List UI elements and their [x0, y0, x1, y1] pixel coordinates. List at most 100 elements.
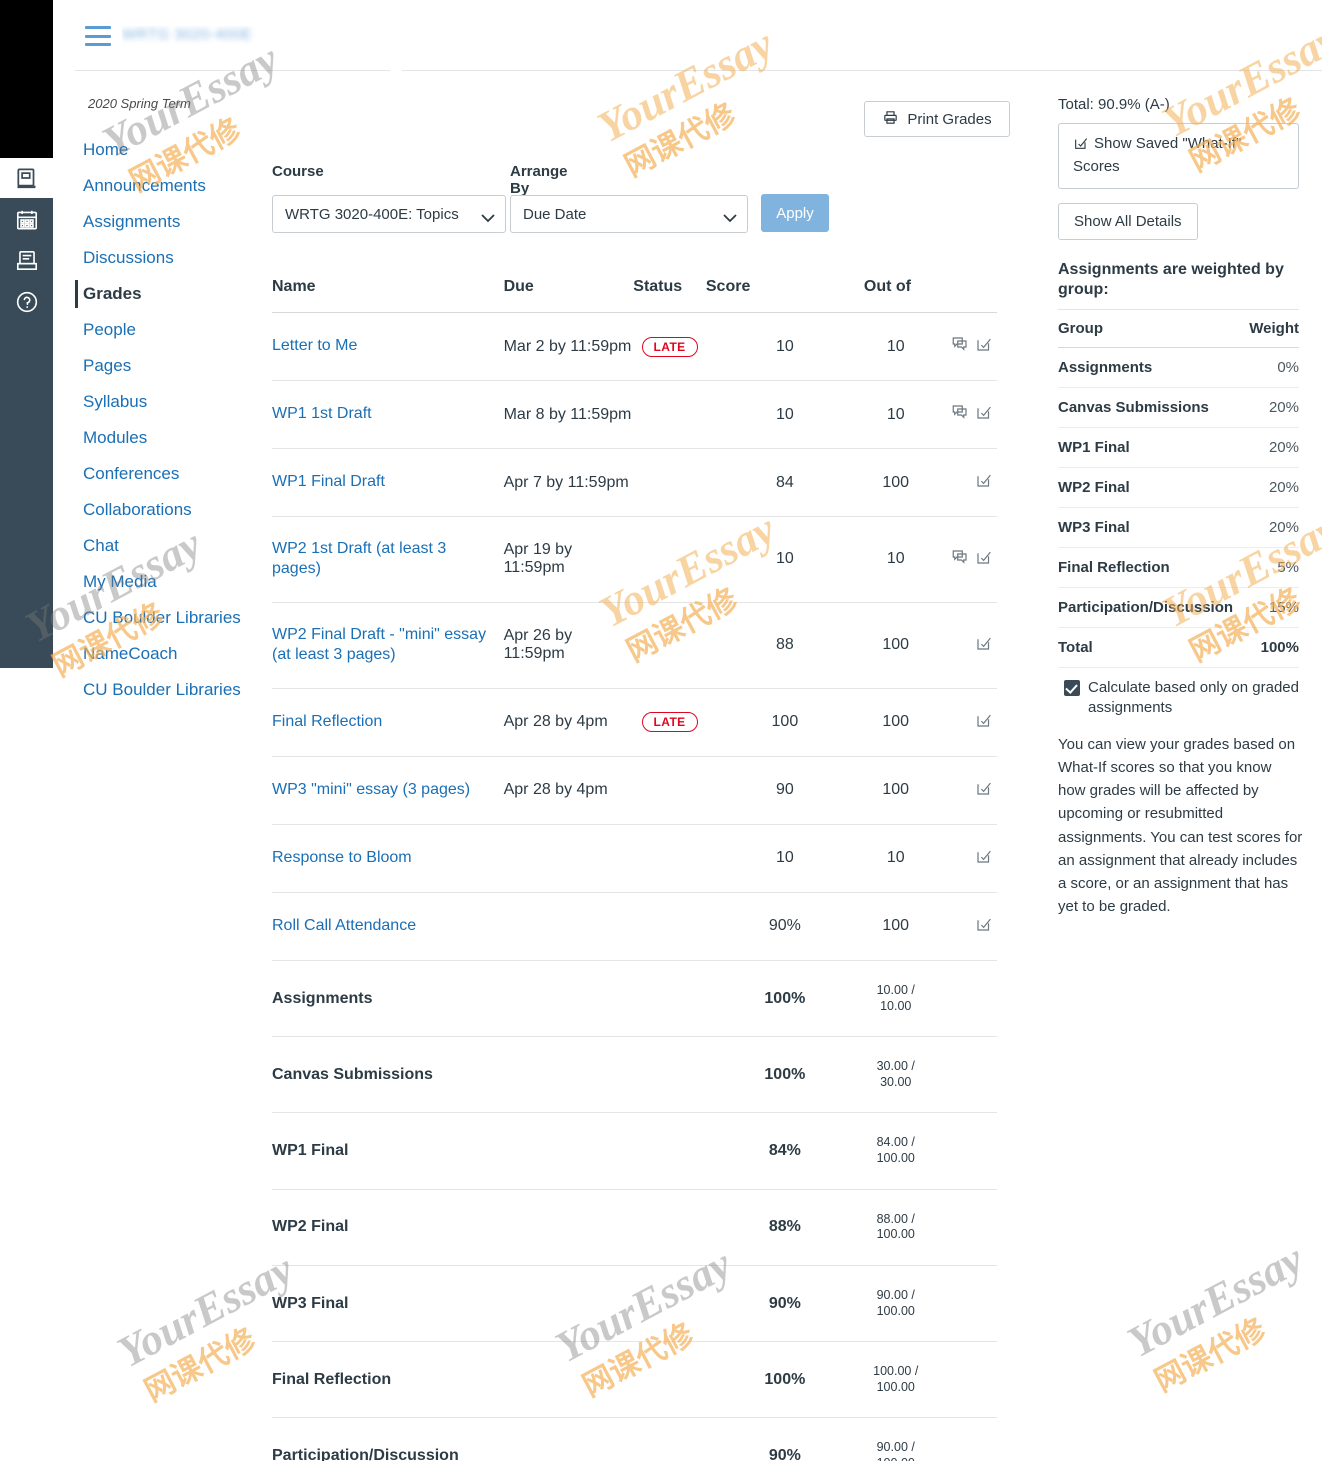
due-date-cell: Apr 19 by 11:59pm: [503, 516, 634, 603]
assignment-link[interactable]: WP1 Final Draft: [272, 472, 385, 492]
column-header-actions: [927, 278, 997, 313]
row-actions: [975, 711, 993, 734]
watermark: YourEssay 网课代修: [590, 19, 781, 184]
what-if-score-icon[interactable]: [975, 847, 993, 870]
courses-icon[interactable]: [0, 158, 53, 198]
sidebar-item-chat[interactable]: Chat: [75, 528, 260, 564]
group-percent-cell: 90%: [705, 1417, 864, 1461]
group-name-cell: Canvas Submissions: [272, 1036, 706, 1114]
assignment-link[interactable]: Response to Bloom: [272, 848, 412, 868]
row-actions-cell: [927, 448, 997, 517]
sidebar-item-home[interactable]: Home: [75, 132, 260, 168]
assignment-link[interactable]: WP2 Final Draft - "mini" essay (at least…: [272, 625, 496, 666]
print-grades-button[interactable]: Print Grades: [864, 101, 1010, 137]
sidebar-item-grades[interactable]: Grades: [75, 276, 260, 312]
assignment-name-cell: Roll Call Attendance: [272, 892, 504, 961]
global-nav-rail: [0, 0, 53, 668]
what-if-score-icon[interactable]: [975, 471, 993, 494]
assignment-link[interactable]: Final Reflection: [272, 712, 382, 732]
group-ratio-earned: 88.00 /: [876, 1211, 915, 1226]
weight-group-value: 20%: [1245, 427, 1299, 469]
show-all-details-button[interactable]: Show All Details: [1058, 202, 1198, 240]
group-actions-cell: [927, 960, 997, 1038]
calendar-icon[interactable]: [0, 200, 53, 240]
assignment-link[interactable]: WP2 1st Draft (at least 3 pages): [272, 539, 496, 580]
assignment-link[interactable]: WP1 1st Draft: [272, 404, 372, 424]
group-name-cell: Participation/Discussion: [272, 1417, 706, 1461]
comment-icon[interactable]: [951, 548, 969, 571]
what-if-score-icon[interactable]: [975, 779, 993, 802]
assignment-link[interactable]: WP3 "mini" essay (3 pages): [272, 780, 470, 800]
inbox-icon[interactable]: [0, 241, 53, 281]
score-cell: 90: [705, 756, 864, 825]
column-header-due: Due: [503, 278, 634, 313]
group-actions-cell: [927, 1036, 997, 1114]
weight-row: Final Reflection 5%: [1058, 547, 1299, 589]
sidebar-item-cu-boulder-libraries[interactable]: CU Boulder Libraries: [75, 600, 260, 636]
apply-button[interactable]: Apply: [761, 194, 829, 232]
sidebar-item-pages[interactable]: Pages: [75, 348, 260, 384]
group-ratio-cell: 100.00 /100.00: [863, 1341, 928, 1419]
assignment-link[interactable]: Roll Call Attendance: [272, 916, 416, 936]
weights-header-row: Group Weight: [1058, 309, 1299, 349]
show-saved-what-if-scores-label: Show Saved "What-If" Scores: [1073, 135, 1242, 176]
comment-icon[interactable]: [951, 335, 969, 358]
table-row: WP3 "mini" essay (3 pages) Apr 28 by 4pm 9…: [272, 756, 997, 825]
assignment-weights-table: Group Weight Assignments 0% Canvas Submiss…: [1058, 309, 1299, 669]
status-cell: [633, 892, 706, 961]
what-if-score-icon[interactable]: [975, 403, 993, 426]
table-row: Final Reflection Apr 28 by 4pm LATE 100 100: [272, 688, 997, 757]
what-if-score-icon[interactable]: [975, 634, 993, 657]
print-grades-label: Print Grades: [907, 110, 992, 128]
sidebar-item-assignments[interactable]: Assignments: [75, 204, 260, 240]
weight-row: WP3 Final 20%: [1058, 507, 1299, 549]
what-if-score-icon[interactable]: [975, 711, 993, 734]
group-summary-row: WP1 Final 84% 84.00 /100.00: [272, 1112, 997, 1190]
sidebar-item-conferences[interactable]: Conferences: [75, 456, 260, 492]
group-summary-row: Final Reflection 100% 100.00 /100.00: [272, 1341, 997, 1419]
watermark-cn: 网课代修: [1149, 1311, 1272, 1400]
arrange-by-select[interactable]: Due Date: [510, 195, 748, 233]
what-if-score-icon[interactable]: [975, 548, 993, 571]
calculate-graded-only-row[interactable]: Calculate based only on graded assignmen…: [1064, 678, 1303, 719]
weight-total-label: Total: [1058, 627, 1246, 669]
group-actions-cell: [927, 1189, 997, 1266]
breadcrumb[interactable]: WRTG 3020-400E: [122, 26, 452, 48]
sidebar-item-people[interactable]: People: [75, 312, 260, 348]
grades-page: WRTG 3020-400E 2020 Spring Term Home Ann…: [0, 0, 1322, 1461]
sidebar-item-my-media[interactable]: My Media: [75, 564, 260, 600]
status-cell: LATE: [633, 312, 706, 381]
status-cell: [633, 756, 706, 825]
help-icon[interactable]: [0, 282, 53, 322]
sidebar-item-syllabus[interactable]: Syllabus: [75, 384, 260, 420]
group-ratio-possible: 30.00: [880, 1074, 912, 1089]
comment-icon[interactable]: [951, 403, 969, 426]
course-select[interactable]: WRTG 3020-400E: Topics: [272, 195, 506, 233]
menu-toggle-button[interactable]: [85, 26, 111, 46]
group-percent-cell: 88%: [705, 1189, 864, 1266]
sidebar-item-announcements[interactable]: Announcements: [75, 168, 260, 204]
sidebar-item-discussions[interactable]: Discussions: [75, 240, 260, 276]
due-date-cell: Mar 2 by 11:59pm: [503, 312, 634, 381]
group-ratio-cell: 88.00 /100.00: [863, 1189, 928, 1266]
sidebar-item-modules[interactable]: Modules: [75, 420, 260, 456]
status-cell: [633, 602, 706, 689]
calculate-graded-only-checkbox[interactable]: [1064, 680, 1080, 697]
group-ratio-cell: 84.00 /100.00: [863, 1112, 928, 1190]
what-if-score-icon[interactable]: [975, 335, 993, 358]
sidebar-item-namecoach[interactable]: NameCoach: [75, 636, 260, 672]
weight-group-name: Participation/Discussion: [1058, 587, 1246, 629]
weight-group-value: 5%: [1245, 547, 1299, 589]
out-of-cell: 100: [863, 756, 928, 825]
what-if-score-icon[interactable]: [975, 915, 993, 938]
sidebar-item-collaborations[interactable]: Collaborations: [75, 492, 260, 528]
sidebar-item-cu-boulder-libraries-2[interactable]: CU Boulder Libraries: [75, 672, 260, 708]
assignment-link[interactable]: Letter to Me: [272, 336, 357, 356]
group-ratio-cell: 90.00 /100.00: [863, 1417, 928, 1461]
group-ratio-earned: 30.00 /: [876, 1059, 915, 1074]
show-saved-what-if-scores-button[interactable]: Show Saved "What-If" Scores: [1058, 123, 1299, 189]
row-actions: [975, 471, 993, 494]
row-actions: [975, 847, 993, 870]
weight-group-name: Final Reflection: [1058, 547, 1246, 589]
what-if-score-icon: [1073, 135, 1089, 157]
